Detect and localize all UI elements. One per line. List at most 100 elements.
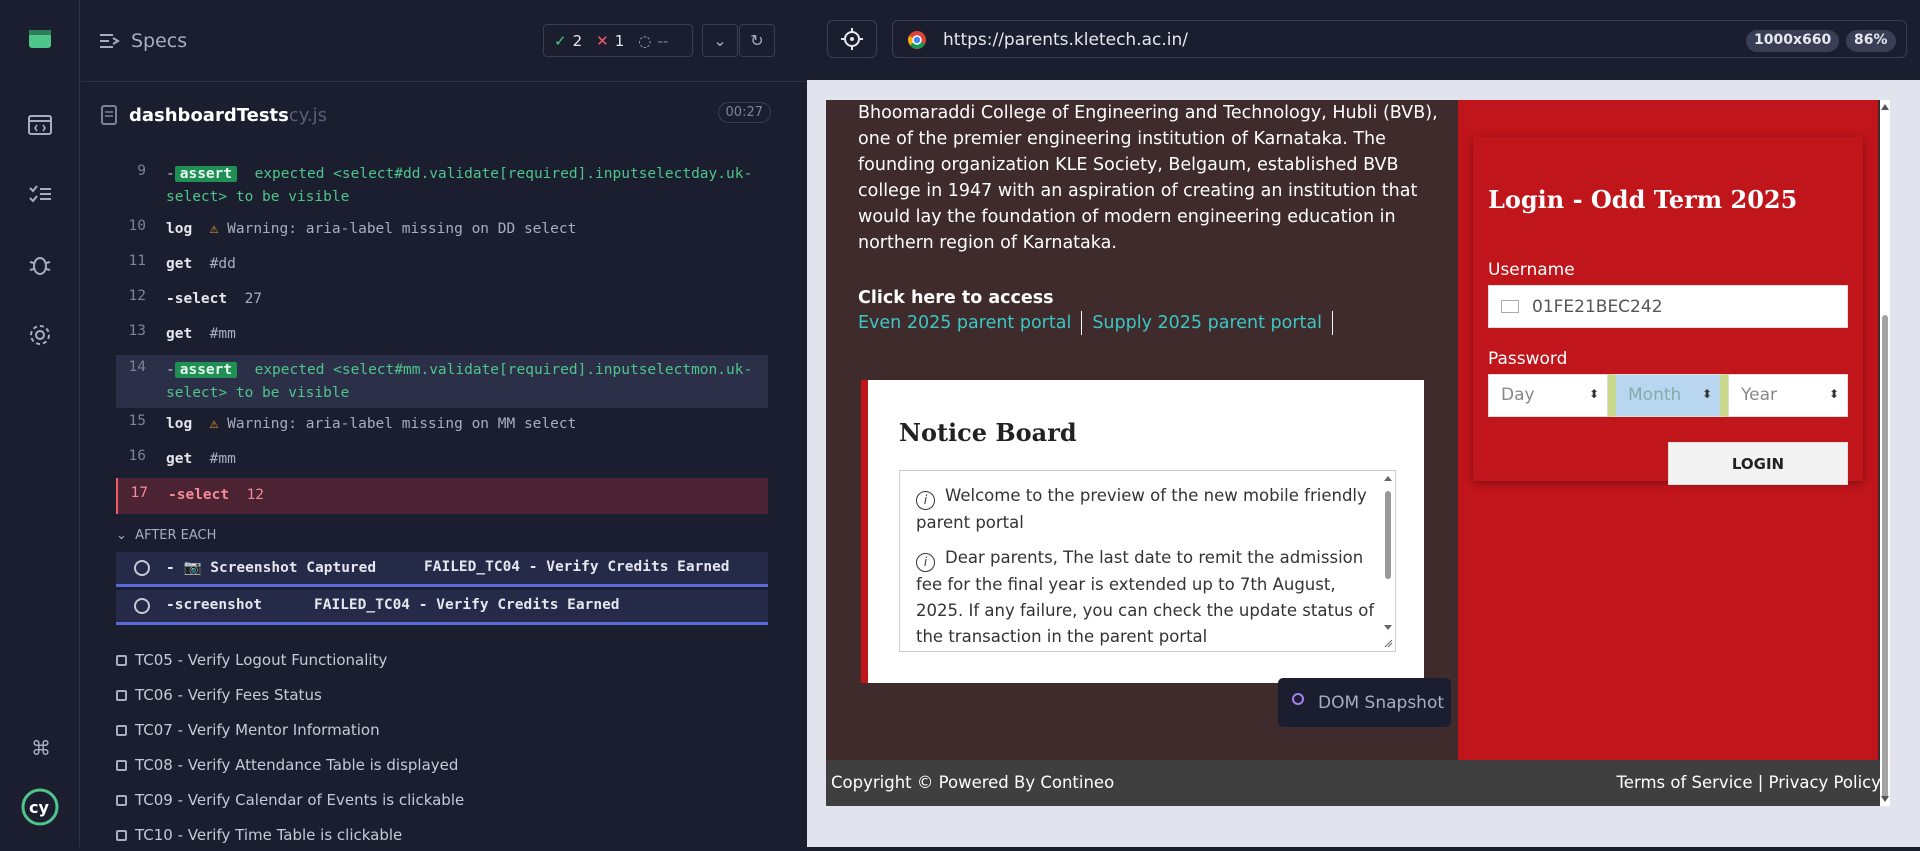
keyboard-shortcuts-icon[interactable]: ⌘ (20, 728, 60, 768)
loading-spinner-icon (134, 560, 150, 576)
warning-icon: ⚠ (209, 416, 219, 432)
settings-gear-icon[interactable] (20, 315, 60, 355)
screenshot-command-message: FAILED_TC04 - Verify Credits Earned (424, 559, 730, 575)
selector-playground-crosshair-icon[interactable] (827, 20, 877, 58)
command-number: 12 (128, 288, 146, 304)
login-button[interactable]: LOGIN (1668, 442, 1848, 485)
command-number: 9 (137, 163, 146, 179)
spec-file-name[interactable]: dashboardTestscy.js (129, 105, 327, 126)
command-number: 10 (128, 218, 146, 234)
year-select-value: Year (1741, 385, 1777, 405)
test-item[interactable]: TC09 - Verify Calendar of Events is clic… (116, 791, 464, 809)
username-label: Username (1488, 260, 1575, 280)
command-log-row[interactable]: 10 log ⚠ Warning: aria-label missing on … (116, 218, 768, 242)
notice-item: i Welcome to the preview of the new mobil… (916, 483, 1376, 536)
notice-text: Welcome to the preview of the new mobile… (916, 486, 1367, 532)
command-message: Warning: aria-label missing on MM select (227, 416, 577, 432)
command-message: 12 (246, 487, 265, 503)
specs-nav-icon[interactable] (20, 105, 60, 145)
select-arrows-icon: ⬍ (1828, 387, 1839, 401)
command-number: 13 (128, 323, 146, 339)
username-field[interactable]: 01FE21BEC242 (1488, 285, 1848, 328)
dom-snapshot-label: DOM Snapshot (1318, 692, 1445, 713)
test-checkbox-icon (116, 725, 127, 736)
day-select[interactable]: Day ⬍ (1488, 374, 1608, 417)
browser-url-bar: https://parents.kletech.ac.in/ 1000x660 … (807, 0, 1920, 80)
pin-icon (1292, 693, 1304, 705)
test-title: TC07 - Verify Mentor Information (135, 721, 380, 739)
command-log-row[interactable]: 13 get #mm (116, 323, 768, 347)
notice-scrollbar[interactable] (1383, 473, 1393, 649)
screenshot-log-row[interactable]: -screenshot FAILED_TC04 - Verify Credits… (116, 590, 768, 625)
login-form: Login - Odd Term 2025 Username 01FE21BEC… (1473, 137, 1863, 485)
command-log-row[interactable]: 11 get #dd (116, 253, 768, 277)
dom-snapshot-badge[interactable]: DOM Snapshot (1278, 678, 1451, 727)
cypress-logo-icon[interactable]: cy (20, 787, 60, 827)
notice-list[interactable]: i Welcome to the preview of the new mobil… (899, 470, 1396, 652)
site-footer: Copyright © Powered By Contineo Terms of… (826, 760, 1886, 806)
notice-item: i Dear parents, The last date to remit th… (916, 545, 1376, 650)
failed-count: 1 (614, 31, 625, 50)
svg-text:cy: cy (29, 798, 49, 817)
url-field[interactable]: https://parents.kletech.ac.in/ 1000x660 … (892, 20, 1907, 58)
test-item[interactable]: TC06 - Verify Fees Status (116, 686, 322, 704)
zoom-badge[interactable]: 86% (1846, 30, 1896, 52)
assert-badge: assert (174, 166, 238, 182)
test-checkbox-icon (116, 760, 127, 771)
username-value: 01FE21BEC242 (1532, 297, 1663, 317)
command-log-row[interactable]: 9 - assert expected <select#dd.validate[r… (116, 163, 768, 209)
runs-nav-icon[interactable] (20, 175, 60, 215)
specs-title[interactable]: Specs (131, 30, 187, 52)
screenshot-command-name: -screenshot (166, 597, 263, 613)
month-select[interactable]: Month ⬍ (1608, 374, 1728, 417)
footer-links[interactable]: Terms of Service | Privacy Policy (1617, 773, 1881, 792)
command-name: get (166, 256, 193, 272)
command-log-row[interactable]: 12 -select 27 (116, 288, 768, 312)
notice-board: Notice Board i Welcome to the preview of … (861, 380, 1424, 683)
info-icon: i (916, 552, 935, 572)
icon-rail: ⌘ cy (0, 0, 80, 847)
reporter-header: Specs ✓ 2 ✕ 1 ◌ -- ⌄ ↻ (81, 0, 806, 82)
command-log-row[interactable]: 16 get #mm (116, 448, 768, 472)
command-name: get (166, 451, 193, 467)
page-scrollbar[interactable] (1880, 100, 1890, 806)
screenshot-command-message: FAILED_TC04 - Verify Credits Earned (314, 597, 620, 613)
command-log-row[interactable]: 15 log ⚠ Warning: aria-label missing on … (116, 413, 768, 437)
test-item[interactable]: TC05 - Verify Logout Functionality (116, 651, 387, 669)
url-text: https://parents.kletech.ac.in/ (943, 30, 1188, 50)
command-number: 17 (130, 485, 148, 501)
command-log-row-active[interactable]: 14 - assert expected <select#mm.validate[… (116, 355, 768, 408)
chevron-down-icon: ⌄ (116, 528, 127, 543)
svg-text:⌘: ⌘ (31, 737, 51, 759)
rerun-icon[interactable]: ↻ (739, 24, 775, 57)
after-each-hook[interactable]: ⌄ AFTER EACH (116, 528, 216, 543)
password-label: Password (1488, 349, 1568, 369)
command-name: -select (166, 291, 228, 307)
select-arrows-icon: ⬍ (1701, 387, 1712, 401)
test-item[interactable]: TC08 - Verify Attendance Table is displa… (116, 756, 458, 774)
notice-text: Dear parents, The last date to remit the… (916, 548, 1375, 646)
command-message: 27 (244, 291, 263, 307)
debug-nav-icon[interactable] (20, 245, 60, 285)
website-page: Bhoomaraddi College of Engineering and T… (826, 100, 1886, 806)
even-portal-link[interactable]: Even 2025 parent portal (858, 311, 1083, 335)
failed-x-icon: ✕ (596, 31, 609, 50)
screenshot-log-row[interactable]: - 📷 Screenshot Captured FAILED_TC04 - Ve… (116, 552, 768, 587)
year-select[interactable]: Year ⬍ (1728, 374, 1848, 417)
test-item[interactable]: TC10 - Verify Time Table is clickable (116, 826, 402, 844)
collapse-chevron-icon[interactable]: ⌄ (702, 24, 738, 57)
spec-file-basename: dashboardTests (129, 105, 289, 126)
access-label: Click here to access (858, 288, 1054, 308)
test-item[interactable]: TC07 - Verify Mentor Information (116, 721, 380, 739)
command-log-row-failed[interactable]: 17 -select 12 (116, 478, 768, 514)
supply-portal-link[interactable]: Supply 2025 parent portal (1092, 311, 1334, 335)
command-name: -select (168, 487, 230, 503)
after-each-label: AFTER EACH (135, 528, 217, 543)
viewport-size-badge[interactable]: 1000x660 (1746, 30, 1840, 52)
command-number: 16 (128, 448, 146, 464)
select-arrows-icon: ⬍ (1588, 387, 1599, 401)
reporter-panel: Specs ✓ 2 ✕ 1 ◌ -- ⌄ ↻ dashboardTestscy.js … (81, 0, 883, 847)
warning-icon: ⚠ (209, 221, 219, 237)
app-logo-icon[interactable] (20, 20, 60, 60)
specs-list-icon[interactable] (99, 33, 121, 49)
